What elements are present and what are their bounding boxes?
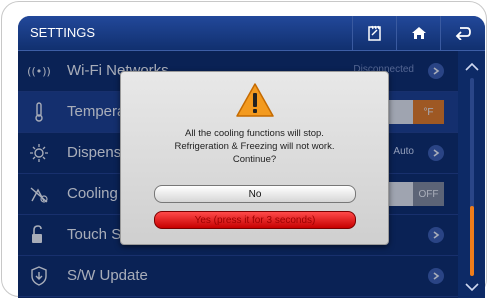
confirm-dialog: All the cooling functions will stop. Ref…: [120, 71, 389, 245]
scroll-thumb[interactable]: [470, 206, 474, 276]
back-button[interactable]: [440, 16, 485, 50]
dialog-line-2: Refrigeration & Freezing will not work.: [174, 141, 335, 152]
dialog-message: All the cooling functions will stop. Ref…: [131, 127, 378, 166]
top-bar: SETTINGS: [18, 16, 485, 51]
home-button[interactable]: [396, 16, 441, 50]
home-icon: [412, 27, 426, 39]
dialog-line-3: Continue?: [232, 154, 277, 165]
memo-button[interactable]: [352, 16, 397, 50]
yes-button[interactable]: Yes (press it for 3 seconds): [154, 211, 356, 229]
dialog-line-1: All the cooling functions will stop.: [185, 128, 324, 139]
device-frame: SETTINGS ((•)) Wi-Fi Networks Disconnect…: [1, 1, 487, 298]
page-title: SETTINGS: [30, 25, 96, 40]
warning-icon: [236, 83, 274, 117]
back-icon: [455, 27, 471, 40]
memo-icon: [368, 25, 381, 41]
scrollbar[interactable]: [463, 56, 481, 296]
scroll-down-icon[interactable]: [464, 282, 480, 292]
scroll-up-icon[interactable]: [464, 62, 480, 72]
no-button[interactable]: No: [154, 185, 356, 203]
